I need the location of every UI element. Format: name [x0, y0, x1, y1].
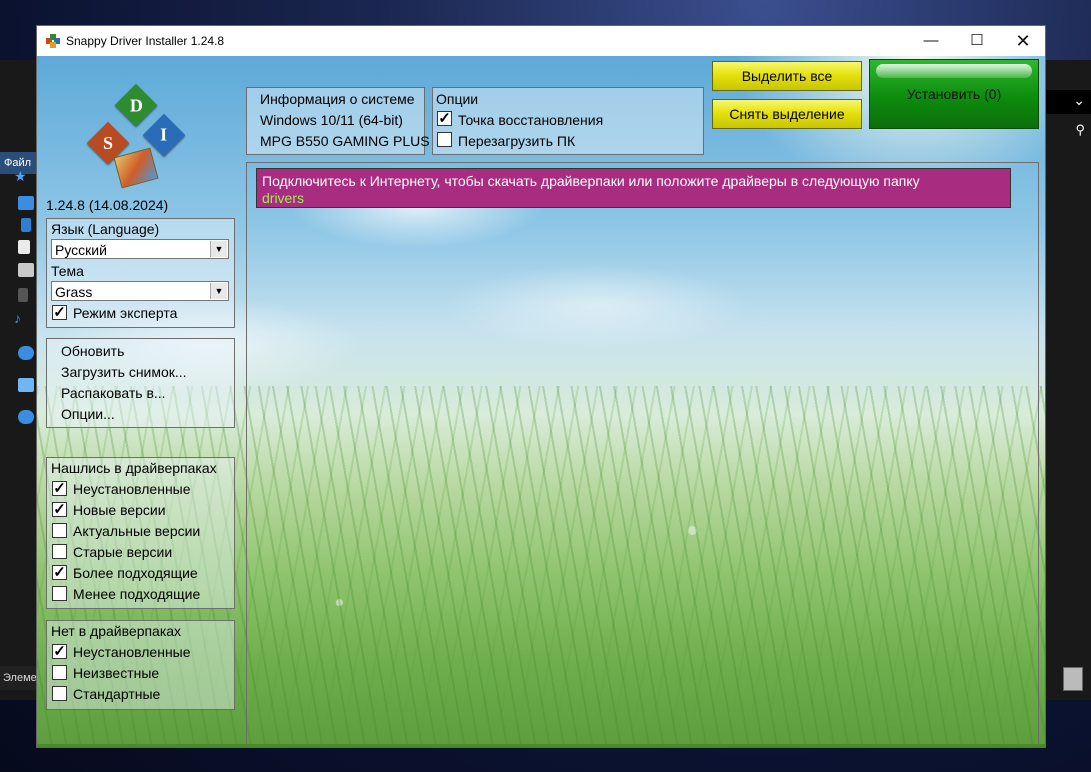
filter-worse-checkbox[interactable] [52, 586, 67, 601]
close-button[interactable]: ✕ [1000, 26, 1046, 56]
app-icon [46, 34, 60, 48]
expert-mode-checkbox[interactable]: ✓ [52, 305, 67, 320]
theme-select-value: Grass [55, 284, 93, 300]
filter-older-label: Старые версии [73, 544, 173, 560]
logo-gem-d: D [114, 83, 158, 127]
client-area: D S I 1.24.8 (14.08.2024) Язык (Language… [37, 56, 1045, 747]
system-info-os: Windows 10/11 (64-bit) [260, 112, 403, 128]
driver-list-area[interactable] [246, 162, 1039, 747]
select-all-button[interactable]: Выделить все [712, 61, 862, 91]
reboot-label: Перезагрузить ПК [458, 133, 576, 149]
network-icon [18, 410, 34, 424]
filter-not-installed-checkbox[interactable]: ✓ [52, 481, 67, 496]
filter-newer-label: Новые версии [73, 502, 166, 518]
action-load-snapshot[interactable]: Загрузить снимок... [61, 364, 187, 380]
filter-better-checkbox[interactable]: ✓ [52, 565, 67, 580]
filter-current-checkbox[interactable] [52, 523, 67, 538]
install-button-label: Установить (0) [906, 86, 1002, 102]
filter-unknown-checkbox[interactable] [52, 665, 67, 680]
no-driverpacks-notice[interactable]: Подключитесь к Интернету, чтобы скачать … [256, 168, 1011, 208]
language-select-value: Русский [55, 242, 107, 258]
maximize-button[interactable]: ☐ [954, 26, 1000, 56]
chevron-down-icon: ▼ [210, 283, 227, 299]
window-title: Snappy Driver Installer 1.24.8 [66, 34, 225, 48]
computer-icon [18, 378, 34, 392]
action-options[interactable]: Опции... [61, 406, 115, 422]
title-bar[interactable]: Snappy Driver Installer 1.24.8 — ☐ ✕ [37, 26, 1045, 56]
sdi-logo: D S I [86, 83, 187, 198]
logo-tools-icon [113, 147, 159, 189]
filter-not-installed-label: Неустановленные [73, 481, 191, 497]
filter-better-label: Более подходящие [73, 565, 198, 581]
install-button-shine [876, 64, 1032, 78]
filter-missing-not-installed-label: Неустановленные [73, 644, 191, 660]
bottom-border [37, 744, 1045, 747]
notice-folder-link[interactable]: drivers [262, 190, 304, 206]
filter-standard-checkbox[interactable] [52, 686, 67, 701]
minimize-button[interactable]: — [908, 26, 954, 56]
language-select[interactable]: Русский ▼ [51, 239, 229, 259]
filter-current-label: Актуальные версии [73, 523, 201, 539]
expert-mode-label: Режим эксперта [73, 305, 178, 321]
notice-message: Подключитесь к Интернету, чтобы скачать … [262, 173, 920, 189]
app-window: Snappy Driver Installer 1.24.8 — ☐ ✕ D S… [37, 26, 1045, 747]
background-scroll-button [1063, 667, 1083, 691]
system-info-board: MPG B550 GAMING PLUS [260, 133, 430, 149]
missing-filter-title: Нет в драйверпаках [51, 623, 182, 639]
music-icon: ♪ [14, 310, 21, 326]
system-info-title: Информация о системе [260, 91, 415, 107]
star-icon: ★ [14, 168, 27, 184]
download-icon [21, 218, 31, 232]
deselect-button[interactable]: Снять выделение [712, 99, 862, 129]
action-refresh[interactable]: Обновить [61, 343, 124, 359]
found-filter-title: Нашлись в драйверпаках [51, 460, 217, 476]
filter-missing-not-installed-checkbox[interactable]: ✓ [52, 644, 67, 659]
language-label: Язык (Language) [51, 221, 160, 237]
filter-newer-checkbox[interactable]: ✓ [52, 502, 67, 517]
theme-select[interactable]: Grass ▼ [51, 281, 229, 301]
video-icon [18, 288, 28, 302]
reboot-checkbox[interactable] [437, 132, 452, 147]
install-button[interactable]: Установить (0) [869, 59, 1039, 129]
filter-older-checkbox[interactable] [52, 544, 67, 559]
filter-standard-label: Стандартные [73, 686, 161, 702]
background-explorer-right: ⌄ ⚲ [1045, 60, 1091, 700]
cloud-icon [18, 346, 34, 360]
chevron-down-icon: ▼ [210, 241, 227, 257]
desktop-icon [18, 196, 34, 210]
background-status-text: Элеме [0, 666, 37, 690]
background-explorer-left: Файл ★ ♪ Элеме [0, 60, 37, 700]
action-extract-to[interactable]: Распаковать в... [61, 385, 166, 401]
search-icon: ⚲ [1075, 122, 1085, 137]
restore-point-label: Точка восстановления [458, 112, 604, 128]
filter-worse-label: Менее подходящие [73, 586, 201, 602]
filter-unknown-label: Неизвестные [73, 665, 160, 681]
image-icon [18, 263, 34, 277]
document-icon [18, 240, 30, 254]
options-title: Опции [436, 91, 479, 107]
theme-label: Тема [51, 263, 84, 279]
version-label: 1.24.8 (14.08.2024) [46, 197, 169, 213]
restore-point-checkbox[interactable]: ✓ [437, 111, 452, 126]
chevron-down-icon: ⌄ [1073, 92, 1085, 108]
